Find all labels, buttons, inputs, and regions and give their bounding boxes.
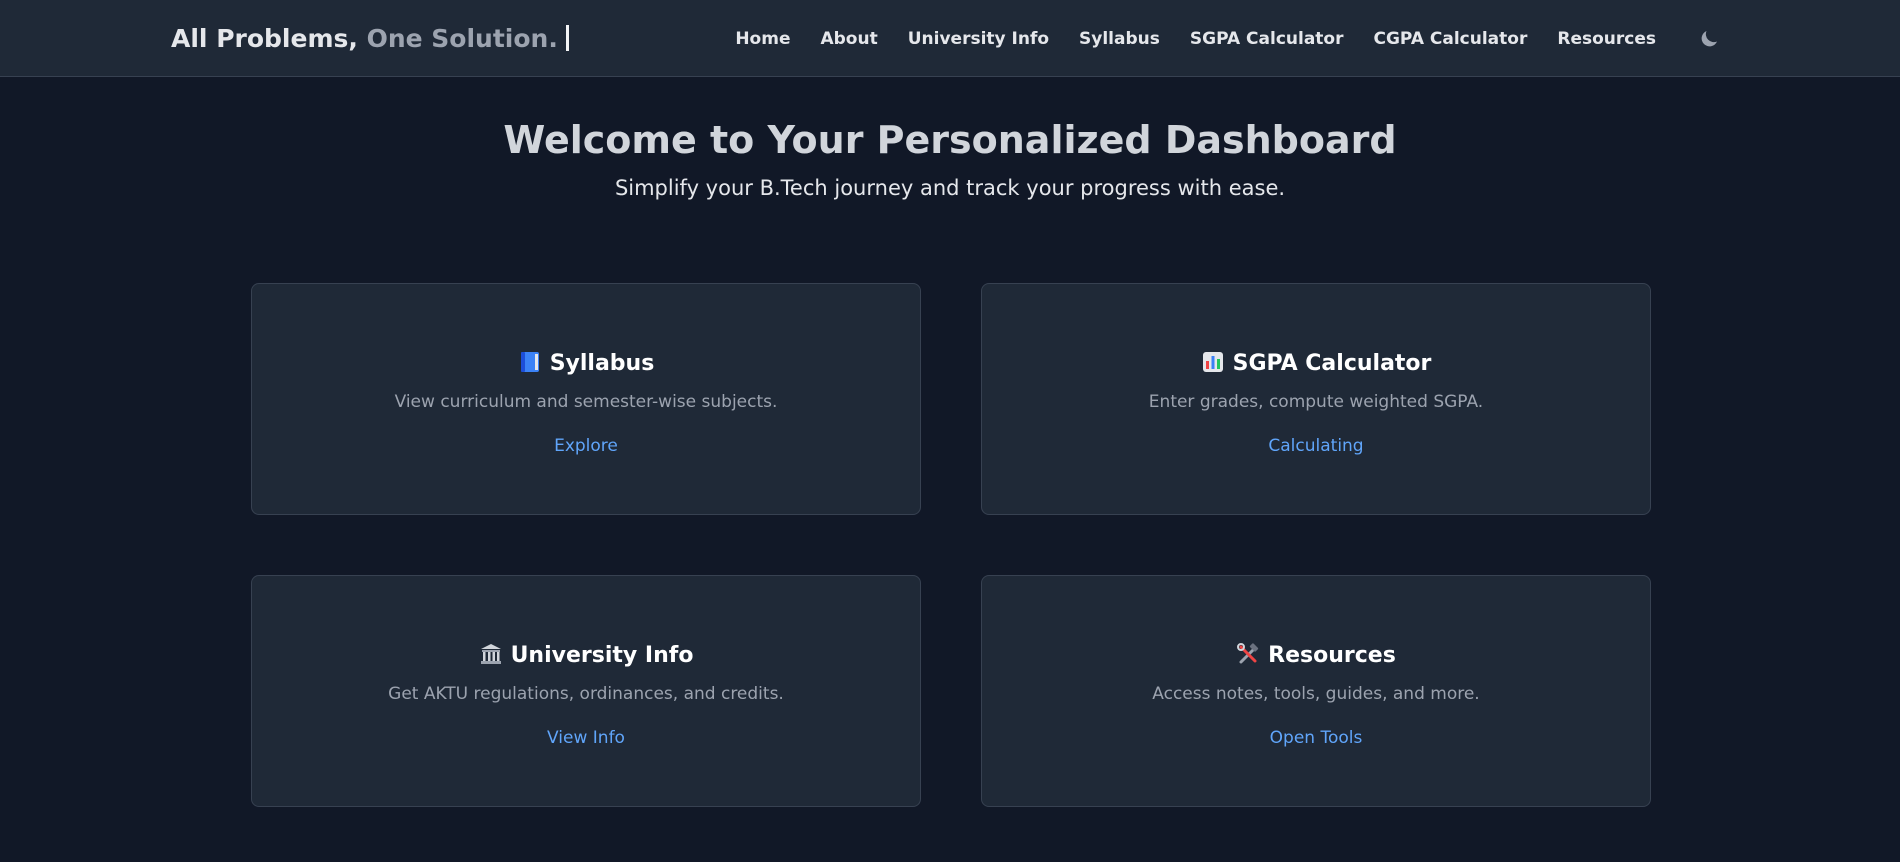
card-title-text: Resources [1268, 643, 1396, 668]
classical-building-icon [480, 644, 501, 664]
nav-home-link[interactable]: Home [735, 24, 790, 54]
brand-text-primary: All Problems, [171, 24, 358, 53]
card-link-text[interactable]: Explore [554, 436, 618, 456]
card-title-text: SGPA Calculator [1232, 351, 1432, 376]
card-title: Resources [982, 640, 1650, 672]
page-title: Welcome to Your Personalized Dashboard [503, 118, 1397, 162]
nav-sgpa-calculator-link[interactable]: SGPA Calculator [1190, 24, 1344, 54]
card-description: Get AKTU regulations, ordinances, and cr… [388, 684, 784, 704]
card-description: Enter grades, compute weighted SGPA. [1148, 392, 1484, 412]
navbar: All Problems, One Solution. Home About U… [0, 0, 1900, 77]
card-title-text: University Info [510, 643, 694, 668]
card-link-calculating[interactable]: Calculating [982, 434, 1650, 458]
card-description: View curriculum and semester-wise subjec… [394, 392, 778, 412]
nav-resources-link[interactable]: Resources [1557, 24, 1656, 54]
theme-toggle-button[interactable] [1697, 27, 1721, 51]
card-link-text[interactable]: Calculating [1268, 436, 1363, 456]
moon-icon [1701, 31, 1717, 47]
nav-about-link[interactable]: About [820, 24, 877, 54]
hammer-wrench-icon [1237, 643, 1259, 664]
card-resources[interactable]: Resources Access notes, tools, guides, a… [981, 575, 1651, 807]
card-title-text: Syllabus [549, 351, 655, 376]
nav-university-info-link[interactable]: University Info [908, 24, 1049, 54]
page-subtitle: Simplify your B.Tech journey and track y… [614, 176, 1286, 200]
typing-cursor [565, 25, 569, 51]
nav-links: Home About University Info Syllabus SGPA… [735, 24, 1656, 54]
card-description: Access notes, tools, guides, and more. [1152, 684, 1480, 704]
card-link-text[interactable]: View Info [547, 728, 625, 748]
card-sgpa-calculator[interactable]: SGPA Calculator Enter grades, compute we… [981, 283, 1651, 515]
card-link-text[interactable]: Open Tools [1270, 728, 1363, 748]
card-title: SGPA Calculator [982, 348, 1650, 380]
brand-text-secondary: One Solution. [366, 24, 558, 53]
card-link-explore[interactable]: Explore [252, 434, 920, 458]
card-link-view-info[interactable]: View Info [252, 726, 920, 750]
brand-logo[interactable]: All Problems, One Solution. [171, 22, 569, 56]
card-link-open-tools[interactable]: Open Tools [982, 726, 1650, 750]
card-syllabus[interactable]: Syllabus View curriculum and semester-wi… [251, 283, 921, 515]
card-university-info[interactable]: University Info Get AKTU regulations, or… [251, 575, 921, 807]
card-title: University Info [252, 640, 920, 672]
bar-chart-icon [1202, 352, 1223, 372]
nav-syllabus-link[interactable]: Syllabus [1079, 24, 1160, 54]
nav-cgpa-calculator-link[interactable]: CGPA Calculator [1374, 24, 1528, 54]
card-title: Syllabus [252, 348, 920, 380]
blue-book-icon [520, 352, 539, 372]
